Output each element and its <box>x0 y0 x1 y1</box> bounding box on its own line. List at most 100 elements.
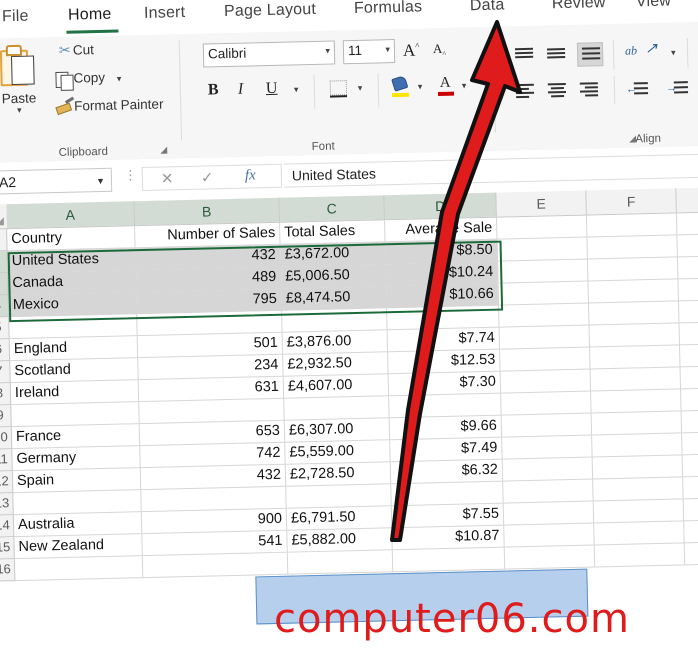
cell-A7[interactable]: Scotland <box>10 358 139 384</box>
cell-A15[interactable]: New Zealand <box>14 534 143 560</box>
cell-A10[interactable]: France <box>11 424 141 450</box>
cell-G9[interactable] <box>681 388 698 412</box>
cell-F5[interactable] <box>588 301 680 326</box>
align-center-button[interactable] <box>546 81 568 100</box>
tab-home[interactable]: Home <box>68 6 112 25</box>
cell-F1[interactable] <box>586 213 678 238</box>
cell-C8[interactable]: £4,607.00 <box>283 374 390 399</box>
cell-C5[interactable] <box>282 308 388 333</box>
font-color-chevron-down-icon[interactable]: ▾ <box>462 80 467 90</box>
cancel-formula-icon[interactable]: ✕ <box>161 169 174 187</box>
tab-view[interactable]: View <box>636 0 672 11</box>
italic-button[interactable]: I <box>238 81 244 99</box>
cell-D1[interactable]: Average Sale <box>384 217 498 243</box>
row-header-11[interactable]: 11 <box>0 449 13 472</box>
cell-D6[interactable]: $7.74 <box>387 327 501 353</box>
tab-page-layout[interactable]: Page Layout <box>224 1 316 21</box>
cell-A6[interactable]: England <box>9 336 139 362</box>
cell-E14[interactable] <box>503 501 595 526</box>
cell-E15[interactable] <box>504 523 595 548</box>
cell-D4[interactable]: $10.66 <box>386 283 500 309</box>
column-header-b[interactable]: B <box>134 197 280 226</box>
cell-D16[interactable] <box>392 547 506 573</box>
copy-button[interactable]: Copy ▾ <box>55 69 122 91</box>
cell-E16[interactable] <box>504 545 596 570</box>
cell-F8[interactable] <box>590 367 682 392</box>
cell-C6[interactable]: £3,876.00 <box>282 330 389 355</box>
cell-E2[interactable] <box>497 237 588 262</box>
format-painter-button[interactable]: Format Painter <box>55 96 164 116</box>
wrap-text-icon[interactable]: ab ↗ <box>625 41 658 64</box>
cell-C16[interactable] <box>287 550 394 575</box>
cell-E8[interactable] <box>500 369 592 394</box>
underline-chevron-down-icon[interactable]: ▾ <box>294 84 299 94</box>
cell-E6[interactable] <box>499 325 591 350</box>
column-header-c[interactable]: C <box>279 195 385 222</box>
cell-G11[interactable] <box>682 432 698 456</box>
row-header-14[interactable]: 14 <box>0 515 15 538</box>
cell-F9[interactable] <box>591 389 682 414</box>
row-header-5[interactable]: 5 <box>0 317 10 340</box>
cell-E1[interactable] <box>496 215 588 240</box>
cell-F14[interactable] <box>593 499 685 524</box>
font-size-chevron-down-icon[interactable]: ▾ <box>385 44 390 55</box>
copy-chevron-down-icon[interactable]: ▾ <box>117 73 122 83</box>
row-header-15[interactable]: 15 <box>0 537 15 560</box>
row-header-7[interactable]: 7 <box>0 361 11 384</box>
bold-button[interactable]: B <box>208 81 219 99</box>
font-color-icon[interactable]: A <box>437 75 455 97</box>
row-header-13[interactable]: 13 <box>0 493 14 516</box>
align-bottom-button[interactable] <box>576 42 604 67</box>
cell-G6[interactable] <box>679 322 698 346</box>
cell-D2[interactable]: $8.50 <box>385 239 498 265</box>
cell-G5[interactable] <box>678 300 698 324</box>
font-name-chevron-down-icon[interactable]: ▾ <box>325 46 330 57</box>
cell-G16[interactable] <box>684 542 698 566</box>
cell-C1[interactable]: Total Sales <box>280 220 386 245</box>
tab-file[interactable]: File <box>2 8 29 27</box>
cell-C4[interactable]: £8,474.50 <box>281 286 388 311</box>
name-box-chevron-down-icon[interactable]: ▼ <box>96 176 105 186</box>
cell-G1[interactable] <box>676 212 698 236</box>
cell-D14[interactable]: $7.55 <box>391 503 505 529</box>
cell-D12[interactable]: $6.32 <box>390 459 504 485</box>
cell-G14[interactable] <box>683 498 698 522</box>
borders-chevron-down-icon[interactable]: ▾ <box>358 83 363 93</box>
cell-G10[interactable] <box>681 410 698 434</box>
font-name-input[interactable]: Calibri ▾ <box>202 40 336 68</box>
cell-E3[interactable] <box>497 259 589 284</box>
column-header-f[interactable]: F <box>586 188 677 215</box>
font-dialog-launcher[interactable]: ◢ <box>475 137 486 148</box>
cell-D10[interactable]: $9.66 <box>389 415 503 441</box>
tab-formulas[interactable]: Formulas <box>354 0 423 18</box>
cell-E7[interactable] <box>500 347 591 372</box>
cell-D3[interactable]: $10.24 <box>386 261 499 287</box>
cell-A2[interactable]: United States <box>7 248 137 274</box>
cell-F12[interactable] <box>592 455 684 480</box>
cell-B16[interactable] <box>142 552 289 579</box>
column-header-e[interactable]: E <box>496 190 587 217</box>
increase-indent-icon[interactable]: → <box>666 80 690 97</box>
cell-G3[interactable] <box>677 256 698 280</box>
cell-A12[interactable]: Spain <box>12 468 142 494</box>
cell-D15[interactable]: $10.87 <box>392 525 505 551</box>
cell-C12[interactable]: £2,728.50 <box>285 462 392 487</box>
cut-button[interactable]: ✂ Cut <box>59 42 94 58</box>
cell-E4[interactable] <box>498 281 589 306</box>
cell-A4[interactable]: Mexico <box>8 292 138 318</box>
cell-D9[interactable] <box>389 393 502 419</box>
cell-C9[interactable] <box>284 396 390 421</box>
cell-A13[interactable] <box>13 490 142 516</box>
name-box[interactable]: A2 ▼ <box>0 167 113 195</box>
clipboard-dialog-launcher[interactable]: ◢ <box>160 144 171 155</box>
tab-data[interactable]: Data <box>470 0 505 15</box>
column-header-a[interactable]: A <box>6 201 136 229</box>
cell-A14[interactable]: Australia <box>13 512 143 538</box>
decrease-font-size-button[interactable]: A^ <box>433 41 447 59</box>
cell-D13[interactable] <box>391 481 504 507</box>
cell-C2[interactable]: £3,672.00 <box>280 242 387 267</box>
alignment-dialog-launcher[interactable]: ◢ <box>629 133 640 144</box>
align-left-button[interactable] <box>514 82 536 101</box>
cell-D8[interactable]: $7.30 <box>388 371 502 397</box>
cell-E13[interactable] <box>503 479 594 504</box>
